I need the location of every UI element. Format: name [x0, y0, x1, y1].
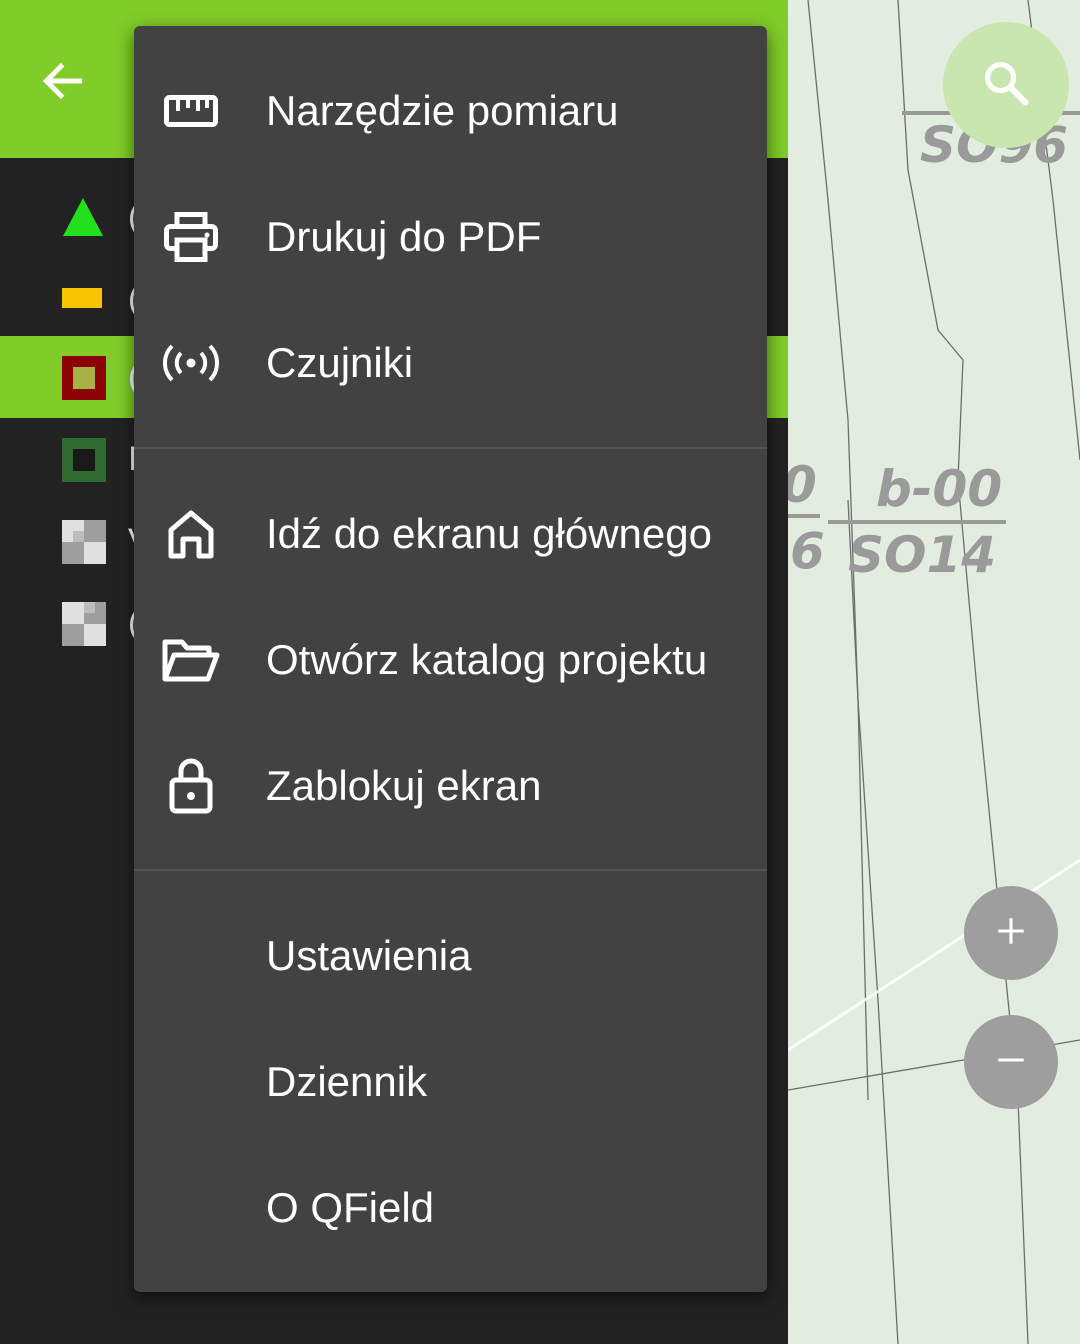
yellow-line-icon [62, 288, 102, 313]
menu-item-label: Otwórz katalog projektu [266, 636, 708, 683]
map-parcel-label: b-00 [876, 460, 1003, 518]
menu-item-sensors[interactable]: Czujniki [134, 300, 767, 426]
main-menu: Narzędzie pomiaru Drukuj do PDF Czujniki… [134, 26, 767, 1292]
menu-divider [134, 447, 767, 449]
menu-item-label: Zablokuj ekran [266, 762, 542, 809]
triangle-green-icon [62, 196, 104, 243]
zoom-out-button[interactable] [964, 1015, 1058, 1109]
zoom-in-button[interactable] [964, 886, 1058, 980]
back-button[interactable] [30, 50, 96, 116]
menu-divider [134, 869, 767, 871]
printer-icon [162, 211, 220, 263]
search-icon [980, 57, 1032, 114]
menu-item-label: Dziennik [266, 1058, 428, 1105]
folder-open-icon [162, 634, 220, 686]
map-parcel-label: 0 [788, 456, 817, 514]
arrow-left-icon [38, 56, 88, 111]
map-lines [788, 0, 1080, 1344]
ruler-icon [162, 85, 220, 137]
map-parcel-label: 6 [790, 522, 825, 580]
menu-item-print-pdf[interactable]: Drukuj do PDF [134, 174, 767, 300]
menu-item-label: Idź do ekranu głównego [266, 510, 712, 557]
dark-green-square-icon [62, 438, 106, 487]
map-canvas[interactable]: SO96 b-00 SO14 0 6 [788, 0, 1080, 1344]
sensor-icon [162, 337, 220, 389]
lock-icon [162, 758, 220, 814]
menu-item-label: Ustawienia [266, 932, 472, 979]
minus-icon [994, 1043, 1028, 1082]
menu-item-label: Drukuj do PDF [266, 213, 542, 260]
menu-item-label: O QField [266, 1184, 435, 1231]
menu-item-lock-screen[interactable]: Zablokuj ekran [134, 723, 767, 849]
menu-item-label: Czujniki [266, 339, 414, 386]
raster-icon [62, 520, 106, 569]
menu-item-settings[interactable]: Ustawienia [134, 893, 767, 1019]
menu-item-open-project-folder[interactable]: Otwórz katalog projektu [134, 597, 767, 723]
plus-icon [994, 914, 1028, 953]
map-parcel-label: SO14 [848, 526, 997, 584]
home-icon [162, 508, 220, 560]
menu-item-log[interactable]: Dziennik [134, 1019, 767, 1145]
search-button[interactable] [943, 22, 1069, 148]
raster-icon [62, 602, 106, 651]
menu-item-about[interactable]: O QField [134, 1145, 767, 1271]
red-square-icon [62, 356, 106, 405]
menu-item-home-screen[interactable]: Idź do ekranu głównego [134, 471, 767, 597]
menu-item-label: Narzędzie pomiaru [266, 87, 619, 134]
menu-item-measure[interactable]: Narzędzie pomiaru [134, 48, 767, 174]
